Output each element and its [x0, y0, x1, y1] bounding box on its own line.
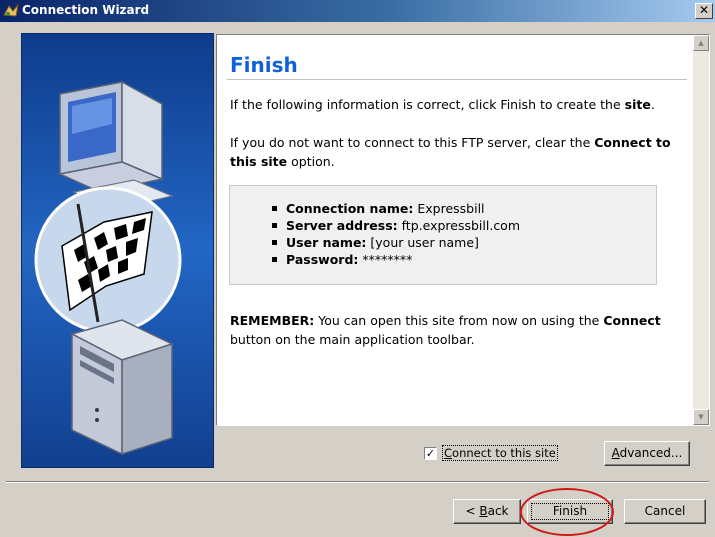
wizard-side-panel [21, 33, 214, 468]
advanced-button[interactable]: Advanced... [604, 441, 690, 466]
connect-to-site-label[interactable]: Connect to this site [442, 445, 558, 461]
content-pane: Finish If the following information is c… [216, 34, 710, 426]
wizard-icon [3, 3, 19, 22]
button-separator [6, 481, 709, 483]
close-icon: ✕ [698, 3, 710, 17]
connect-to-site-checkbox[interactable]: ✓ [424, 447, 437, 460]
instruction-text: If the following information is correct,… [230, 97, 655, 112]
summary-item-connection-name: Connection name: Expressbill [272, 200, 520, 217]
scroll-down-button[interactable]: ▼ [693, 409, 709, 425]
summary-item-server-address: Server address: ftp.expressbill.com [272, 217, 520, 234]
computer-tower-icon [69, 319, 175, 456]
summary-item-password: Password: ******** [272, 251, 520, 268]
page-title: Finish [230, 53, 298, 77]
clear-option-text: If you do not want to connect to this FT… [230, 135, 671, 169]
close-button[interactable]: ✕ [695, 3, 713, 19]
heading-divider [227, 79, 687, 80]
finish-button[interactable]: Finish [527, 499, 613, 524]
window-title: Connection Wizard [22, 3, 150, 17]
vertical-scrollbar[interactable]: ▲ ▼ [693, 35, 709, 425]
connection-summary-box: Connection name: Expressbill Server addr… [229, 185, 657, 285]
remember-note: REMEMBER: You can open this site from no… [230, 313, 661, 347]
checkmark-icon: ✓ [425, 447, 436, 460]
cancel-button[interactable]: Cancel [624, 499, 706, 524]
title-bar[interactable]: Connection Wizard ✕ [0, 0, 715, 22]
summary-item-user-name: User name: [your user name] [272, 234, 520, 251]
focus-ring [531, 503, 609, 520]
back-button[interactable]: < Back [453, 499, 521, 524]
scroll-up-button[interactable]: ▲ [693, 35, 709, 51]
